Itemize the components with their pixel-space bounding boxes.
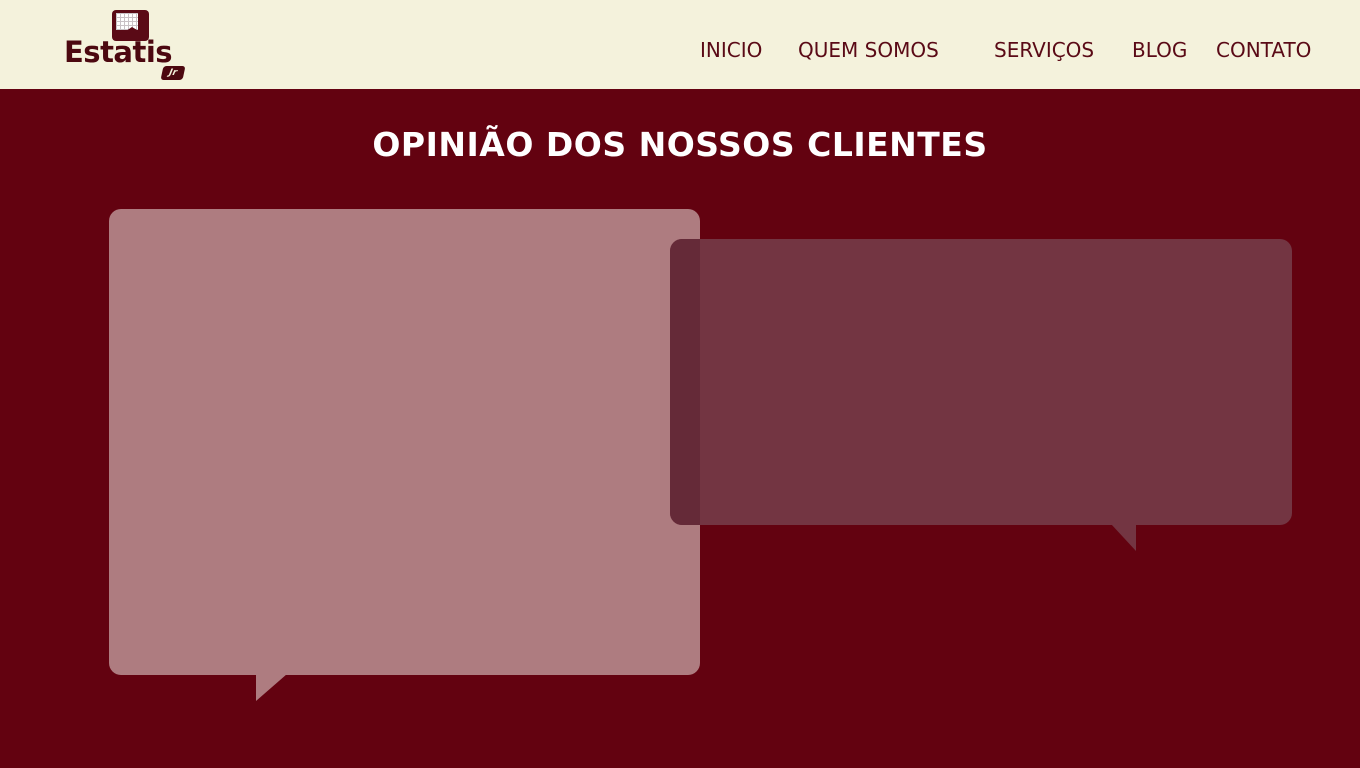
testimonial-bubble-1-tail xyxy=(256,674,287,701)
main-nav: INICIO QUEM SOMOS SERVIÇOS BLOG CONTATO xyxy=(0,36,1360,64)
site-header: Estatis Jr INICIO QUEM SOMOS SERVIÇOS BL… xyxy=(0,0,1360,89)
nav-item-inicio[interactable]: INICIO xyxy=(700,36,762,64)
nav-item-servicos[interactable]: SERVIÇOS xyxy=(994,36,1094,64)
nav-item-blog[interactable]: BLOG xyxy=(1132,36,1187,64)
testimonial-bubble-2-tail xyxy=(1111,524,1136,551)
section-title: OPINIÃO DOS NOSSOS CLIENTES xyxy=(372,125,988,164)
nav-item-quem-somos[interactable]: QUEM SOMOS xyxy=(798,36,939,64)
testimonial-bubble-1 xyxy=(109,209,700,675)
testimonial-bubble-2 xyxy=(670,239,1292,525)
logo-suffix: Jr xyxy=(160,66,186,80)
testimonial-bubble-overlap xyxy=(670,239,700,525)
nav-item-contato[interactable]: CONTATO xyxy=(1216,36,1311,64)
